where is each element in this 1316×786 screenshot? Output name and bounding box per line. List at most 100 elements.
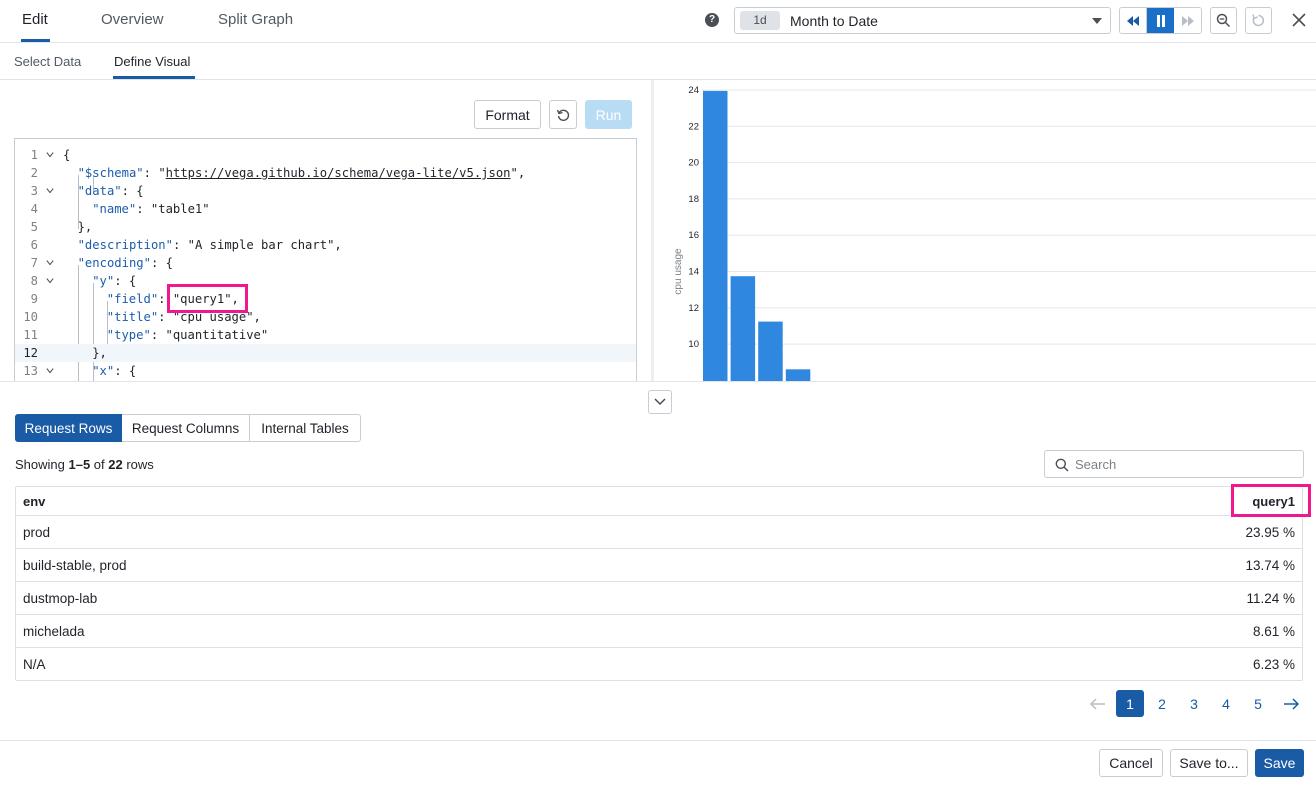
pane-bottom-border	[0, 381, 1316, 382]
save-to-button[interactable]: Save to...	[1170, 749, 1248, 777]
page-2-button[interactable]: 2	[1148, 690, 1176, 717]
table-row[interactable]: michelada 8.61 %	[16, 615, 1302, 648]
help-icon[interactable]: ?	[705, 13, 719, 27]
rewind-icon	[1127, 15, 1139, 26]
reset-time-button[interactable]	[1245, 7, 1272, 34]
tab-request-rows[interactable]: Request Rows	[15, 414, 122, 442]
code-line[interactable]: 2 "$schema": "https://vega.github.io/sche…	[15, 164, 636, 182]
cell-query1: 6.23 %	[1252, 657, 1295, 672]
code-line[interactable]: 1{	[15, 146, 636, 164]
fold-chevron-icon[interactable]	[46, 277, 54, 285]
code-line[interactable]: 6 "description": "A simple bar chart",	[15, 236, 636, 254]
column-header-env[interactable]: env	[23, 494, 45, 509]
line-number: 4	[30, 202, 38, 216]
code-line[interactable]: 12},	[15, 344, 636, 362]
table-row[interactable]: prod 23.95 %	[16, 516, 1302, 549]
fast-forward-button[interactable]	[1174, 8, 1201, 33]
line-number: 11	[23, 328, 38, 342]
code-text: "encoding": {	[77, 256, 173, 270]
table-row[interactable]: build-stable, prod 13.74 %	[16, 549, 1302, 582]
tab-overview[interactable]: Overview	[101, 11, 164, 28]
cell-env: dustmop-lab	[23, 591, 98, 606]
fold-chevron-icon[interactable]	[46, 187, 54, 195]
y-tick-label: 22	[688, 121, 699, 132]
tab-edit[interactable]: Edit	[22, 11, 48, 28]
rewind-button[interactable]	[1120, 8, 1147, 33]
code-line[interactable]: 13 "x": {	[15, 362, 636, 380]
code-text: "$schema": "https://vega.github.io/schem…	[77, 166, 526, 180]
zoom-out-button[interactable]	[1210, 7, 1237, 34]
y-tick-label: 16	[688, 230, 699, 241]
code-line[interactable]: 3 "data": {	[15, 182, 636, 200]
tab-define-visual[interactable]: Define Visual	[114, 54, 190, 69]
tab-define-visual-underline	[113, 76, 195, 79]
code-line[interactable]: 9 "field": "query1",	[15, 290, 636, 308]
tab-select-data[interactable]: Select Data	[14, 54, 81, 69]
code-text: "type": "quantitative"	[106, 328, 269, 342]
y-tick-label: 18	[688, 194, 699, 205]
code-text: "data": {	[77, 184, 144, 198]
cell-env: N/A	[23, 657, 46, 672]
cell-env: michelada	[23, 624, 85, 639]
page-1-button[interactable]: 1	[1116, 690, 1144, 717]
prev-page-button[interactable]	[1084, 690, 1112, 717]
footer-divider	[0, 740, 1316, 741]
close-button[interactable]	[1288, 9, 1310, 31]
code-line[interactable]: 8 "y": {	[15, 272, 636, 290]
code-text: },	[77, 220, 93, 234]
arrow-right-icon	[1284, 697, 1299, 710]
bar[interactable]	[785, 369, 811, 381]
line-number: 7	[30, 256, 38, 270]
pause-icon	[1156, 14, 1165, 27]
column-highlight-box	[1231, 484, 1311, 517]
code-editor[interactable]: 1{2 "$schema": "https://vega.github.io/sc…	[14, 138, 637, 381]
page-3-button[interactable]: 3	[1180, 690, 1208, 717]
y-tick-label: 14	[688, 267, 699, 278]
bar[interactable]	[730, 276, 756, 381]
table-row[interactable]: dustmop-lab 11.24 %	[16, 582, 1302, 615]
search-icon	[1055, 458, 1069, 472]
search-input[interactable]	[1075, 455, 1295, 473]
fold-chevron-icon[interactable]	[46, 151, 54, 159]
time-range-select[interactable]: 1d Month to Date	[734, 7, 1111, 34]
pause-button[interactable]	[1147, 8, 1174, 33]
code-line[interactable]: 5},	[15, 218, 636, 236]
bar[interactable]	[758, 321, 783, 381]
tab-split-graph[interactable]: Split Graph	[218, 11, 293, 28]
bar[interactable]	[703, 90, 728, 381]
run-button[interactable]: Run	[585, 100, 632, 129]
time-badge: 1d	[740, 11, 780, 30]
tab-edit-underline	[21, 39, 50, 42]
cell-env: build-stable, prod	[23, 558, 127, 573]
y-tick-label: 10	[688, 339, 699, 350]
field-highlight-box	[167, 284, 248, 313]
bar-chart: 10 12 14 16 18 20 22 24 cpu usage	[673, 85, 1316, 381]
results-table: env query1 prod 23.95 % build-stable, prod…	[15, 486, 1303, 681]
code-line[interactable]: 10 "title": "cpu usage",	[15, 308, 636, 326]
save-button[interactable]: Save	[1255, 749, 1304, 777]
line-number: 12	[23, 346, 38, 360]
tab-request-columns[interactable]: Request Columns	[122, 414, 250, 442]
fold-chevron-icon[interactable]	[46, 367, 54, 375]
fold-chevron-icon[interactable]	[46, 259, 54, 267]
arrow-left-icon	[1090, 697, 1105, 710]
table-header: env query1	[16, 487, 1302, 516]
cancel-button[interactable]: Cancel	[1099, 749, 1163, 777]
code-line[interactable]: 11 "type": "quantitative"	[15, 326, 636, 344]
line-number: 6	[30, 238, 38, 252]
code-line[interactable]: 7 "encoding": {	[15, 254, 636, 272]
undo-button[interactable]	[549, 100, 577, 129]
chevron-down-icon	[1092, 18, 1102, 24]
code-line[interactable]: 4 "name": "table1"	[15, 200, 636, 218]
format-button[interactable]: Format	[474, 100, 541, 129]
page-5-button[interactable]: 5	[1244, 690, 1272, 717]
close-icon	[1292, 13, 1306, 27]
schema-link[interactable]: https://vega.github.io/schema/vega-lite/…	[166, 166, 511, 180]
tab-internal-tables[interactable]: Internal Tables	[249, 414, 361, 442]
next-page-button[interactable]	[1277, 690, 1305, 717]
collapse-button[interactable]	[648, 390, 672, 414]
page-4-button[interactable]: 4	[1212, 690, 1240, 717]
code-text: "x": {	[92, 364, 137, 378]
table-row[interactable]: N/A 6.23 %	[16, 648, 1302, 681]
fast-forward-icon	[1181, 15, 1194, 26]
